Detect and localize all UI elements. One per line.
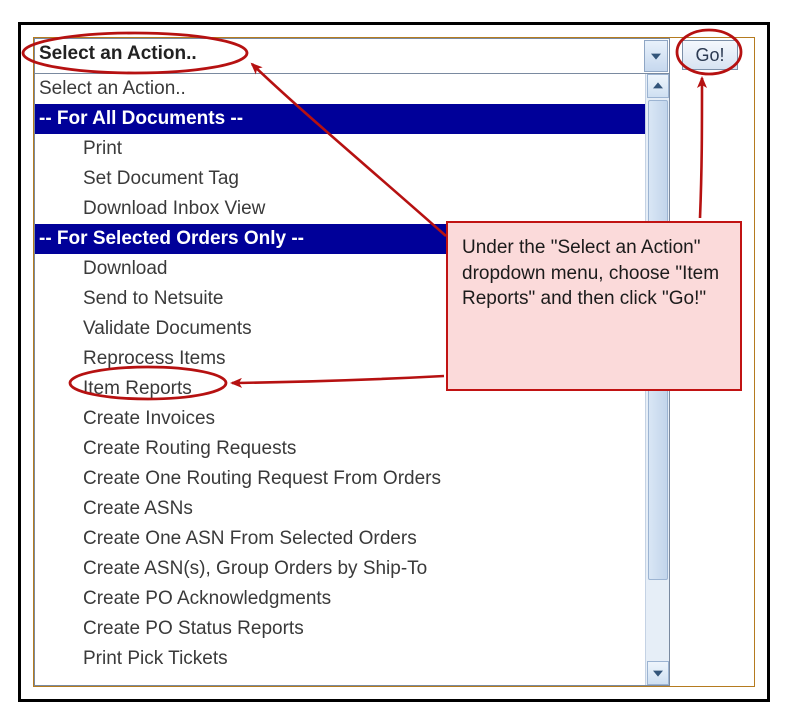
dropdown-option-create-one-asn[interactable]: Create One ASN From Selected Orders bbox=[35, 524, 645, 554]
dropdown-option-download-inbox-view[interactable]: Download Inbox View bbox=[35, 194, 645, 224]
chevron-down-icon bbox=[653, 671, 663, 677]
go-button-label: Go! bbox=[695, 45, 724, 65]
annotation-callout: Under the "Select an Action" dropdown me… bbox=[446, 221, 742, 391]
action-select[interactable]: Select an Action.. bbox=[34, 38, 670, 74]
chevron-down-icon bbox=[651, 54, 661, 60]
annotation-text: Under the "Select an Action" dropdown me… bbox=[462, 237, 719, 309]
scroll-down-button[interactable] bbox=[647, 661, 669, 685]
dropdown-option-create-asns[interactable]: Create ASNs bbox=[35, 494, 645, 524]
dropdown-option-set-document-tag[interactable]: Set Document Tag bbox=[35, 164, 645, 194]
dropdown-option-create-po-ack[interactable]: Create PO Acknowledgments bbox=[35, 584, 645, 614]
dropdown-option-placeholder[interactable]: Select an Action.. bbox=[35, 74, 645, 104]
action-row: Select an Action.. Go! bbox=[34, 38, 754, 74]
dropdown-option-create-asn-group[interactable]: Create ASN(s), Group Orders by Ship-To bbox=[35, 554, 645, 584]
go-button[interactable]: Go! bbox=[682, 40, 738, 70]
action-select-label: Select an Action.. bbox=[39, 43, 197, 65]
dropdown-option-create-invoices[interactable]: Create Invoices bbox=[35, 404, 645, 434]
scroll-up-button[interactable] bbox=[647, 74, 669, 98]
chevron-up-icon bbox=[653, 82, 663, 88]
dropdown-section-all-documents: -- For All Documents -- bbox=[35, 104, 645, 134]
dropdown-option-create-routing-requests[interactable]: Create Routing Requests bbox=[35, 434, 645, 464]
dropdown-option-create-po-status[interactable]: Create PO Status Reports bbox=[35, 614, 645, 644]
dropdown-option-print-pick-tickets[interactable]: Print Pick Tickets bbox=[35, 644, 645, 674]
action-select-toggle[interactable] bbox=[644, 40, 668, 72]
dropdown-option-print[interactable]: Print bbox=[35, 134, 645, 164]
dropdown-option-create-one-routing-request[interactable]: Create One Routing Request From Orders bbox=[35, 464, 645, 494]
